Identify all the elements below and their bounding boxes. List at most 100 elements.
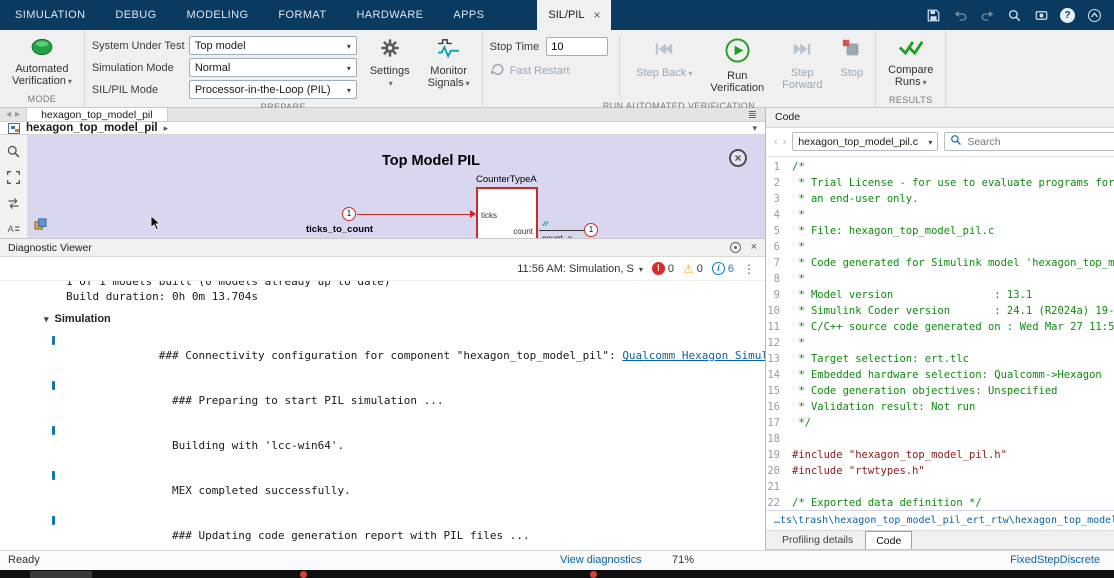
toolstrip-tab[interactable]: FORMAT	[263, 0, 341, 30]
viewport-badge-icon[interactable]	[34, 218, 47, 234]
toolstrip-tab[interactable]: APPS	[438, 0, 499, 30]
code-line: 8 *	[766, 271, 1114, 287]
more-options-icon[interactable]	[743, 262, 755, 276]
prepare-row-label: SIL/PIL Mode	[92, 84, 182, 96]
toolstrip-tab[interactable]: HARDWARE	[341, 0, 438, 30]
inport-block[interactable]: 1	[342, 207, 356, 221]
fit-view-icon[interactable]	[5, 169, 22, 186]
fast-restart-icon	[490, 62, 505, 80]
signal-line[interactable]	[357, 214, 471, 215]
search-input[interactable]	[967, 136, 1114, 148]
tab-code[interactable]: Code	[865, 531, 912, 549]
capture-icon[interactable]	[1033, 7, 1049, 23]
info-badge[interactable]: 6	[712, 262, 734, 275]
output-signal-line[interactable]	[539, 230, 584, 231]
chevron-down-icon	[639, 263, 643, 275]
compare-runs-button[interactable]: CompareRuns	[883, 35, 938, 92]
tab-list-icon[interactable]: ≣	[740, 108, 765, 121]
taskbar-item	[30, 571, 92, 578]
dropdown-value: Processor-in-the-Loop (PIL)	[195, 84, 331, 96]
step-back-button[interactable]: Step Back	[631, 35, 697, 82]
stop-time-input[interactable]	[546, 37, 608, 56]
collapse-ribbon-icon[interactable]	[1086, 7, 1102, 23]
line-number: 21	[766, 479, 792, 495]
code-line: 12 *	[766, 335, 1114, 351]
error-badge[interactable]: 0	[652, 262, 674, 275]
svg-text:A: A	[8, 224, 15, 234]
prepare-row-dropdown[interactable]: Processor-in-the-Loop (PIL)	[189, 80, 357, 99]
run-verification-label: RunVerification	[710, 70, 764, 95]
settings-button[interactable]: Settings	[365, 35, 415, 93]
code-line: 1 /*	[766, 159, 1114, 175]
line-number: 14	[766, 367, 792, 383]
line-number: 4	[766, 207, 792, 223]
run-verification-button[interactable]: RunVerification	[705, 35, 769, 98]
undock-icon[interactable]	[730, 242, 741, 253]
code-back-icon[interactable]: ‹	[774, 136, 778, 148]
warning-count: 0	[697, 263, 703, 275]
view-diagnostics-link[interactable]: View diagnostics	[560, 554, 642, 566]
breadcrumb-item[interactable]: hexagon_top_model_pil	[26, 122, 158, 134]
close-icon[interactable]: ×	[751, 242, 757, 253]
solver-link[interactable]: FixedStepDiscrete	[1010, 554, 1100, 566]
log-line: ### Connectivity configuration for compo…	[8, 333, 765, 378]
fast-restart-toggle[interactable]: Fast Restart	[490, 62, 609, 80]
swap-arrows-icon[interactable]	[5, 195, 22, 212]
search-icon[interactable]	[1006, 7, 1022, 23]
dropdown-value: Top model	[195, 40, 246, 52]
warning-badge[interactable]: 0	[683, 263, 703, 275]
nav-forward-icon[interactable]: ▸	[15, 109, 20, 120]
nav-back-icon[interactable]: ◂	[6, 109, 11, 120]
prepare-row-dropdown[interactable]: Top model	[189, 36, 357, 55]
code-file-path[interactable]: …ts\trash\hexagon_top_model_pil_ert_rtw\…	[766, 510, 1114, 530]
close-icon[interactable]: ×	[593, 9, 600, 21]
signal-name-label: count_a	[542, 233, 572, 238]
document-tab[interactable]: hexagon_top_model_pil	[26, 108, 168, 121]
automated-verification-label: AutomatedVerification	[12, 63, 72, 88]
breadcrumb-arrow-icon	[164, 122, 169, 134]
save-icon[interactable]	[925, 7, 941, 23]
zoom-icon[interactable]	[5, 143, 22, 160]
redo-icon[interactable]	[979, 7, 995, 23]
diagnostic-log[interactable]: 1 of 1 models built (0 models already up…	[0, 281, 765, 578]
chevron-down-icon	[347, 84, 351, 96]
prepare-row-dropdown[interactable]: Normal	[189, 58, 357, 77]
recording-dot	[590, 571, 597, 578]
line-text: * Code generation objectives: Unspecifie…	[792, 383, 1058, 399]
code-line: 5 * File: hexagon_top_model_pil.c	[766, 223, 1114, 239]
section-label-mode: MODE	[7, 91, 77, 106]
canvas-close-icon[interactable]: ×	[729, 149, 747, 167]
toolstrip-tab[interactable]: DEBUG	[100, 0, 171, 30]
run-selector-dropdown[interactable]: 11:56 AM: Simulation, S	[517, 263, 643, 275]
diagnostic-viewer-panel: Diagnostic Viewer × 11:56 AM: Simulation…	[0, 238, 765, 578]
code-line: 4 *	[766, 207, 1114, 223]
breadcrumb: hexagon_top_model_pil ▾	[0, 122, 765, 135]
line-text: * Simulink Coder version : 24.1 (R2024a)…	[792, 303, 1114, 319]
toolstrip-tab[interactable]: MODELING	[172, 0, 264, 30]
help-icon[interactable]: ?	[1060, 8, 1075, 23]
model-canvas[interactable]: Top Model PIL × 1 ticks_to_count Counter…	[28, 135, 765, 238]
automated-verification-button[interactable]: AutomatedVerification	[7, 35, 77, 91]
hexagon-simulator-link[interactable]: Qualcomm Hexagon Simulator(Hexagon Simul…	[622, 349, 765, 362]
code-line: 20 #include "rtwtypes.h"	[766, 463, 1114, 479]
outport-block[interactable]: 1	[584, 223, 598, 237]
breadcrumb-dropdown-icon[interactable]: ▾	[752, 123, 757, 134]
step-forward-button[interactable]: StepForward	[777, 35, 827, 95]
code-forward-icon[interactable]: ›	[783, 136, 787, 148]
tab-sil-pil[interactable]: SIL/PIL ×	[537, 0, 611, 30]
undo-icon[interactable]	[952, 7, 968, 23]
file-selector-dropdown[interactable]: hexagon_top_model_pil.c	[792, 132, 938, 151]
counter-block[interactable]: ticks count	[476, 187, 538, 238]
prepare-row: System Under Test Top model	[92, 36, 357, 55]
log-section-header[interactable]: Simulation	[8, 313, 765, 325]
line-text: #include "rtwtypes.h"	[792, 463, 925, 479]
code-search-box[interactable]	[944, 132, 1114, 151]
code-editor[interactable]: 1 /* 2 * Trial License - for use to eval…	[766, 157, 1114, 510]
monitor-signals-label: MonitorSignals	[428, 65, 470, 90]
annotation-icon[interactable]: A	[5, 221, 22, 238]
stop-button[interactable]: Stop	[836, 35, 869, 82]
tab-profiling-details[interactable]: Profiling details	[772, 531, 863, 549]
code-line: 17 */	[766, 415, 1114, 431]
monitor-signals-button[interactable]: MonitorSignals	[423, 35, 475, 93]
toolstrip-tab[interactable]: SIMULATION	[0, 0, 100, 30]
